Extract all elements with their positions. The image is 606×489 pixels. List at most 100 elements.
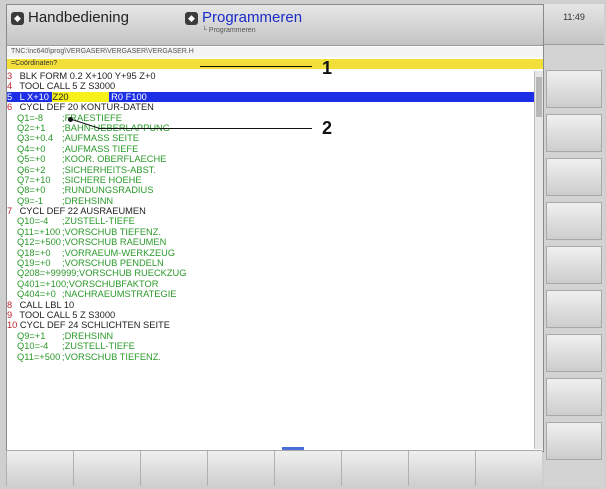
line-text: TOOL CALL 5 Z S3000 — [17, 81, 116, 92]
program-line[interactable]: Q11=+500 ;VORSCHUB TIEFENZ. — [7, 352, 534, 362]
cycle-parameter: Q3=+0.4 — [17, 133, 54, 144]
cycle-parameter: Q404=+0 — [17, 289, 56, 300]
parameter-comment: ;VORRAEUM-WERKZEUG — [62, 247, 176, 258]
line-number: 5 — [7, 91, 13, 102]
softkey-4[interactable] — [207, 450, 274, 486]
scrollbar-thumb[interactable] — [536, 77, 542, 117]
program-line[interactable]: Q404=+0 ;NACHRAEUMSTRATEGIE — [7, 289, 534, 299]
dialog-input-bar[interactable]: =Coördinaten? — [7, 59, 543, 69]
line-text-rest: R0 F100 — [108, 91, 147, 102]
program-line[interactable]: Q208=+99999;VORSCHUB RUECKZUG — [7, 268, 534, 278]
line-number: 9 — [7, 309, 13, 320]
parameter-comment: ;SICHERE HOEHE — [62, 174, 142, 185]
program-line[interactable]: Q401=+100;VORSCHUBFAKTOR — [7, 279, 534, 289]
parameter-comment: ;SICHERHEITS-ABST. — [62, 164, 157, 175]
line-number: 7 — [7, 206, 13, 217]
parameter-comment: ;RUNDUNGSRADIUS — [62, 185, 154, 196]
mode-programming[interactable]: ◆ Programmeren └ Programmeren — [185, 9, 302, 41]
program-line[interactable]: Q19=+0 ;VORSCHUB PENDELN — [7, 258, 534, 268]
line-number: 4 — [7, 81, 13, 92]
program-line[interactable]: Q5=+0 ;KOOR. OBERFLAECHE — [7, 154, 534, 164]
program-line[interactable]: 8 CALL LBL 10 — [7, 300, 534, 310]
program-line[interactable]: 4 TOOL CALL 5 Z S3000 — [7, 81, 534, 91]
vsoftkey-8[interactable] — [546, 378, 602, 416]
mode-programming-sublabel: └ Programmeren — [202, 27, 256, 34]
callout-1-line — [200, 66, 312, 67]
parameter-comment: ;VORSCHUB TIEFENZ. — [62, 226, 162, 237]
program-line[interactable]: 9 TOOL CALL 5 Z S3000 — [7, 310, 534, 320]
cycle-parameter: Q11=+100 — [17, 226, 61, 237]
program-line[interactable]: 10 CYCL DEF 24 SCHLICHTEN SEITE — [7, 320, 534, 330]
cycle-parameter: Q6=+2 — [17, 164, 46, 175]
vsoftkey-2[interactable] — [546, 114, 602, 152]
cycle-parameter: Q1=-8 — [17, 112, 44, 123]
program-line[interactable]: Q8=+0 ;RUNDUNGSRADIUS — [7, 185, 534, 195]
parameter-comment: ;KOOR. OBERFLAECHE — [62, 154, 167, 165]
program-line[interactable]: Q18=+0 ;VORRAEUM-WERKZEUG — [7, 248, 534, 258]
parameter-comment: ;ZUSTELL-TIEFE — [62, 216, 135, 227]
parameter-comment: ;DREHSINN — [62, 330, 114, 341]
vsoftkey-7[interactable] — [546, 334, 602, 372]
parameter-comment: ;VORSCHUB TIEFENZ. — [62, 351, 162, 362]
program-line[interactable]: 3 BLK FORM 0.2 X+100 Y+95 Z+0 — [7, 71, 534, 81]
cycle-parameter: Q8=+0 — [17, 185, 46, 196]
parameter-comment: ;ZUSTELL-TIEFE — [62, 341, 135, 352]
program-line[interactable]: 7 CYCL DEF 22 AUSRAEUMEN — [7, 206, 534, 216]
mode-manual[interactable]: ◆ Handbediening — [11, 9, 129, 41]
horizontal-softkey-bar — [6, 450, 542, 486]
program-scrollbar[interactable] — [534, 71, 543, 449]
program-line[interactable]: Q12=+500;VORSCHUB RAEUMEN — [7, 237, 534, 247]
parameter-comment: ;AUFMASS SEITE — [62, 133, 139, 144]
program-line[interactable]: Q10=-4 ;ZUSTELL-TIEFE — [7, 341, 534, 351]
vsoftkey-5[interactable] — [546, 246, 602, 284]
softkey-7[interactable] — [408, 450, 475, 486]
program-line[interactable]: Q4=+0 ;AUFMASS TIEFE — [7, 144, 534, 154]
parameter-comment: ;VORSCHUB RUECKZUG — [76, 268, 187, 279]
program-line[interactable]: 5 L X+10 Z20 R0 F100 — [7, 91, 534, 103]
line-text: CYCL DEF 20 KONTUR-DATEN — [17, 102, 154, 113]
parameter-comment: ;DREHSINN — [62, 195, 114, 206]
softkey-3[interactable] — [140, 450, 207, 486]
vsoftkey-1[interactable] — [546, 70, 602, 108]
callout-1: 1 — [322, 58, 333, 78]
parameter-comment: ;NACHRAEUMSTRATEGIE — [62, 289, 177, 300]
vsoftkey-6[interactable] — [546, 290, 602, 328]
parameter-comment: ;VORSCHUB PENDELN — [62, 258, 164, 269]
line-text: L X+10 — [17, 91, 52, 102]
callout-2-line-b — [98, 128, 312, 129]
vsoftkey-9[interactable] — [546, 422, 602, 460]
program-line[interactable]: Q10=-4 ;ZUSTELL-TIEFE — [7, 216, 534, 226]
vsoftkey-4[interactable] — [546, 202, 602, 240]
cycle-parameter: Q10=-4 — [17, 216, 49, 227]
program-line[interactable]: 6 CYCL DEF 20 KONTUR-DATEN — [7, 102, 534, 112]
cycle-parameter: Q10=-4 — [17, 341, 49, 352]
program-line[interactable]: Q1=-8 ;FRAESTIEFE — [7, 113, 534, 123]
program-line[interactable]: Q9=-1 ;DREHSINN — [7, 196, 534, 206]
program-line[interactable]: Q3=+0.4 ;AUFMASS SEITE — [7, 133, 534, 143]
cycle-parameter: Q12=+500 — [17, 237, 61, 248]
softkey-6[interactable] — [341, 450, 408, 486]
program-line[interactable]: Q7=+10 ;SICHERE HOEHE — [7, 175, 534, 185]
parameter-comment: ;AUFMASS TIEFE — [62, 143, 139, 154]
clock: 11:49 — [544, 4, 604, 45]
softkey-1[interactable] — [6, 450, 73, 486]
vertical-softkey-panel: 11:49 — [544, 4, 604, 487]
softkey-5[interactable] — [274, 450, 341, 486]
program-line[interactable]: Q6=+2 ;SICHERHEITS-ABST. — [7, 165, 534, 175]
cycle-parameter: Q9=-1 — [17, 195, 44, 206]
cycle-parameter: Q2=+1 — [17, 122, 46, 133]
line-number: 6 — [7, 102, 13, 113]
cycle-parameter: Q208=+99999 — [17, 268, 77, 279]
line-text: TOOL CALL 5 Z S3000 — [17, 309, 116, 320]
line-number: 8 — [7, 299, 13, 310]
vsoftkey-3[interactable] — [546, 158, 602, 196]
program-line[interactable]: Q9=+1 ;DREHSINN — [7, 331, 534, 341]
mode-manual-label: Handbediening — [28, 9, 129, 26]
softkey-8[interactable] — [475, 450, 542, 486]
cycle-parameter: Q18=+0 — [17, 247, 51, 258]
line-number: 10 — [7, 320, 18, 331]
file-path: TNC:\nc640\prog\VERGASER\VERGASER\VERGAS… — [7, 47, 543, 57]
program-line[interactable]: Q11=+100 ;VORSCHUB TIEFENZ. — [7, 227, 534, 237]
softkey-2[interactable] — [73, 450, 140, 486]
cycle-parameter: Q19=+0 — [17, 258, 51, 269]
